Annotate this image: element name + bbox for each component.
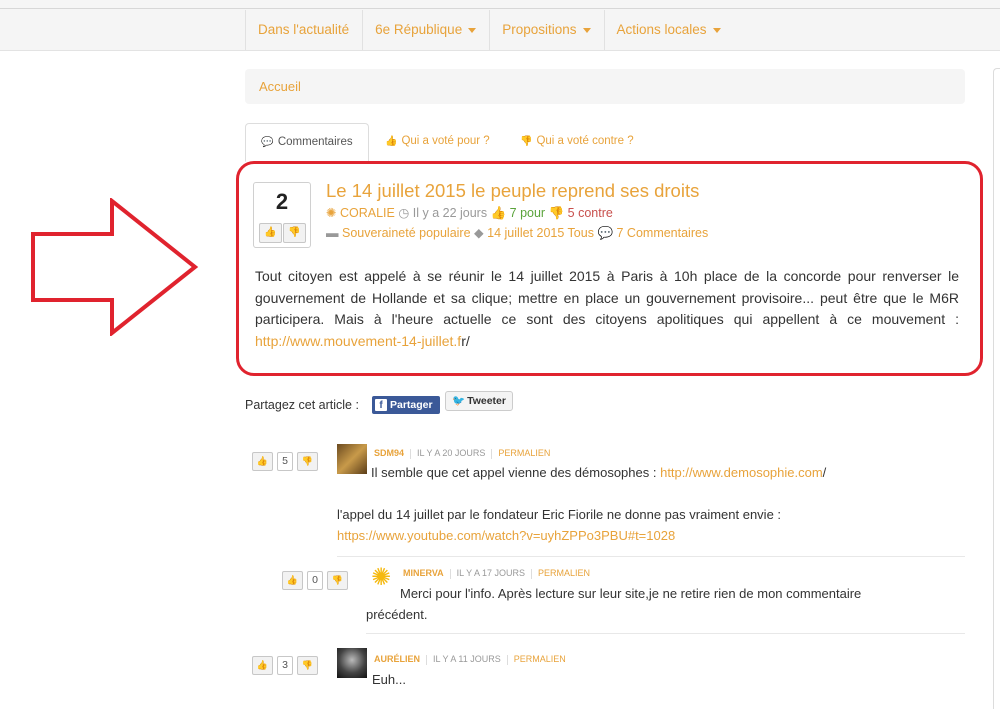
comment-upvote-button[interactable]: 👍	[282, 571, 303, 590]
post-score: 2	[275, 189, 289, 214]
comment-time: IL Y A 11 JOURS	[433, 654, 501, 664]
clock-icon: ◷	[398, 206, 410, 220]
navbar-top-rule	[0, 8, 1000, 9]
comment-upvote-button[interactable]: 👍	[252, 452, 273, 471]
chevron-down-icon	[582, 27, 591, 33]
comment-vote-controls: 👍 3 👎	[252, 656, 318, 675]
comments-icon: 💬	[261, 137, 274, 148]
tab-comments[interactable]: 💬 Commentaires	[245, 123, 369, 162]
comment-author[interactable]: SDM94	[374, 448, 404, 458]
thumbs-up-icon: 👍	[256, 456, 269, 466]
post-tags[interactable]: 14 juillet 2015 Tous	[487, 226, 594, 240]
comment-score: 3	[277, 656, 293, 675]
comment-time: IL Y A 17 JOURS	[456, 568, 526, 578]
chevron-down-icon	[712, 27, 721, 33]
comment-author[interactable]: AURÉLIEN	[374, 654, 420, 664]
comment-text: Euh...	[372, 672, 406, 687]
thumbs-up-icon: 👍	[286, 575, 299, 585]
folder-icon: ▬	[326, 226, 339, 240]
thumbs-down-icon: 👎	[331, 575, 344, 585]
nav-item-6e-republique[interactable]: 6e République	[362, 10, 489, 50]
post-comments-count[interactable]: 7 Commentaires	[617, 226, 709, 240]
comment-downvote-button[interactable]: 👎	[297, 656, 318, 675]
breadcrumb: Accueil	[245, 69, 965, 104]
author-sun-icon: ✺	[326, 206, 337, 220]
twitter-bird-icon: 🐦	[452, 395, 466, 407]
post-taxonomy-line: ▬ Souveraineté populaire ◆ 14 juillet 20…	[326, 225, 708, 241]
comment-score: 5	[277, 452, 293, 471]
downvote-button[interactable]: 👎	[283, 223, 306, 243]
thumbs-down-icon: 👎	[520, 136, 533, 147]
post-votes-for[interactable]: 7 pour	[510, 206, 545, 220]
comment-permalink[interactable]: PERMALIEN	[514, 654, 566, 664]
tag-icon: ◆	[474, 226, 484, 240]
comment-downvote-button[interactable]: 👎	[327, 571, 348, 590]
post-tabs: 💬 Commentaires 👍 Qui a voté pour ? 👎 Qui a …	[245, 123, 970, 162]
comment-icon: 💬	[597, 226, 614, 240]
red-arrow-annotation	[31, 198, 199, 336]
post-author[interactable]: CORALIE	[340, 206, 395, 220]
thumbs-up-icon: 👍	[490, 206, 507, 220]
comment-divider	[366, 633, 965, 634]
comment-header: AURÉLIEN IL Y A 11 JOURS PERMALIEN	[374, 654, 566, 665]
post-body: Tout citoyen est appelé à se réunir le 1…	[255, 268, 959, 349]
thumbs-up-icon: 👍	[256, 660, 269, 670]
comment-vote-controls: 👍 5 👎	[252, 452, 318, 471]
comment-permalink[interactable]: PERMALIEN	[498, 448, 550, 458]
post-title[interactable]: Le 14 juillet 2015 le peuple reprend ses…	[326, 180, 699, 202]
post-category[interactable]: Souveraineté populaire	[342, 226, 471, 240]
nav-item-actualite[interactable]: Dans l'actualité	[245, 10, 362, 50]
facebook-share-button[interactable]: f Partager	[372, 396, 440, 414]
chevron-down-icon	[468, 27, 477, 33]
comment-text: Merci pour l'info. Après lecture sur leu…	[366, 586, 862, 622]
comment-score: 0	[307, 571, 323, 590]
post-time: Il y a 22 jours	[412, 206, 488, 220]
tab-voted-against[interactable]: 👎 Qui a voté contre ?	[520, 123, 634, 160]
comment-text: l'appel du 14 juillet par le fondateur E…	[337, 507, 782, 543]
thumbs-down-icon: 👎	[301, 660, 314, 670]
breadcrumb-home-link[interactable]: Accueil	[259, 79, 301, 94]
tab-voted-for[interactable]: 👍 Qui a voté pour ?	[385, 123, 490, 160]
comment-downvote-button[interactable]: 👎	[297, 452, 318, 471]
comment-vote-controls: 👍 0 👎	[282, 571, 348, 590]
thumbs-up-icon: 👍	[385, 136, 398, 147]
comment-link[interactable]: https://www.youtube.com/watch?v=uyhZPPo3…	[337, 528, 675, 543]
comment-header: MINERVA IL Y A 17 JOURS PERMALIEN	[403, 568, 590, 579]
comment-text: Il semble que cet appel vienne des démos…	[371, 465, 827, 480]
nav-item-propositions[interactable]: Propositions	[489, 10, 603, 50]
main-nav: Dans l'actualité 6e République Propositi…	[245, 10, 734, 50]
thumbs-down-icon: 👎	[288, 227, 301, 238]
comment-header: SDM94 IL Y A 20 JOURS PERMALIEN	[374, 448, 550, 459]
avatar[interactable]	[337, 648, 367, 678]
share-label: Partagez cet article :	[245, 398, 359, 412]
upvote-button[interactable]: 👍	[259, 223, 282, 243]
thumbs-up-icon: 👍	[264, 227, 277, 238]
comment-time: IL Y A 20 JOURS	[417, 448, 486, 458]
nav-item-actions-locales[interactable]: Actions locales	[603, 10, 734, 50]
comment-link[interactable]: http://www.demosophie.com	[660, 465, 823, 480]
comment-upvote-button[interactable]: 👍	[252, 656, 273, 675]
thumbs-down-icon: 👎	[301, 456, 314, 466]
comment-permalink[interactable]: PERMALIEN	[538, 568, 590, 578]
comment-divider	[337, 556, 965, 557]
post-votes-against[interactable]: 5 contre	[568, 206, 613, 220]
post-vote-box: 2 👍 👎	[253, 182, 311, 248]
post-meta-line: ✺ CORALIE ◷ Il y a 22 jours 👍 7 pour 👎 5…	[326, 205, 613, 221]
post-external-link[interactable]: http://www.mouvement-14-juillet.f	[255, 333, 461, 349]
comment-author[interactable]: MINERVA	[403, 568, 444, 578]
top-navbar: Dans l'actualité 6e République Propositi…	[0, 0, 1000, 51]
sidebar-edge	[993, 68, 1000, 709]
facebook-icon: f	[375, 399, 387, 411]
avatar[interactable]	[337, 444, 367, 474]
thumbs-down-icon: 👎	[548, 206, 565, 220]
tweet-button[interactable]: 🐦 Tweeter	[445, 391, 513, 411]
